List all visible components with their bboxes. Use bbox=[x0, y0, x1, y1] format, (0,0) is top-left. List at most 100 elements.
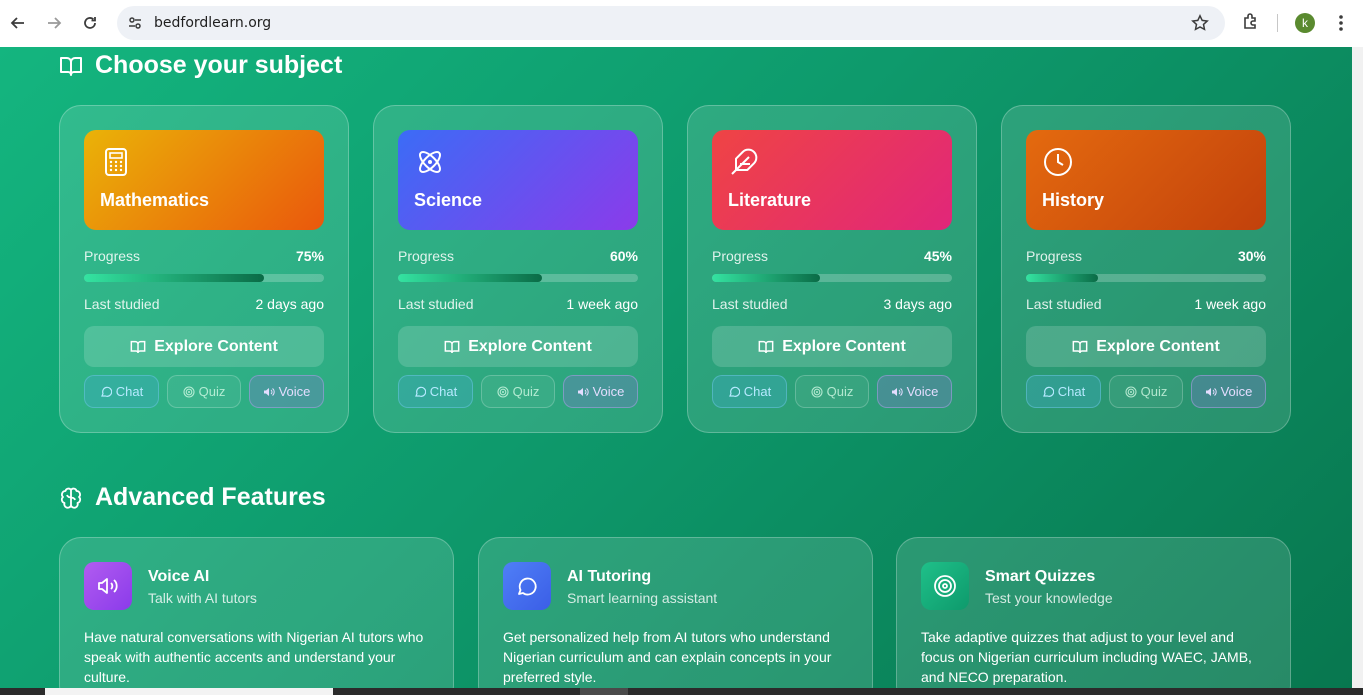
progress-fill bbox=[398, 274, 542, 282]
explore-content-button[interactable]: Explore Content bbox=[398, 326, 638, 367]
subject-banner[interactable]: History bbox=[1026, 130, 1266, 230]
subject-title: Mathematics bbox=[100, 190, 210, 210]
speaker-icon bbox=[1205, 387, 1217, 396]
explore-label: Explore Content bbox=[1096, 337, 1220, 355]
last-studied-value: 3 days ago bbox=[883, 296, 953, 312]
progress-value: 30% bbox=[1237, 248, 1266, 264]
quiz-button[interactable]: Quiz bbox=[481, 375, 555, 408]
feature-card-smart-quizzes[interactable]: Smart Quizzes Test your knowledge Take a… bbox=[896, 537, 1291, 688]
explore-content-button[interactable]: Explore Content bbox=[84, 326, 324, 367]
feature-description: Have natural conversations with Nigerian… bbox=[84, 629, 424, 685]
atom-icon bbox=[419, 151, 441, 173]
target-icon bbox=[811, 385, 823, 398]
target-icon bbox=[934, 575, 956, 597]
chat-bubble-icon bbox=[414, 386, 426, 397]
toolbar-divider bbox=[1277, 14, 1278, 32]
progress-label: Progress bbox=[398, 248, 455, 264]
target-icon bbox=[1125, 385, 1137, 398]
speaker-icon bbox=[263, 387, 275, 396]
chat-bubble-icon bbox=[728, 386, 740, 397]
subject-title: History bbox=[1042, 190, 1105, 210]
quiz-label: Quiz bbox=[826, 384, 854, 399]
speaker-icon bbox=[98, 578, 118, 594]
url-text[interactable]: bedfordlearn.org bbox=[154, 15, 271, 31]
progress-bar bbox=[398, 274, 638, 282]
progress-label: Progress bbox=[84, 248, 141, 264]
last-studied-row: Last studied 3 days ago bbox=[712, 296, 952, 312]
progress-fill bbox=[84, 274, 264, 282]
explore-label: Explore Content bbox=[782, 337, 906, 355]
feature-card-voice-ai[interactable]: Voice AI Talk with AI tutors Have natura… bbox=[59, 537, 454, 688]
quiz-button[interactable]: Quiz bbox=[1109, 375, 1183, 408]
last-studied-value: 2 days ago bbox=[255, 296, 325, 312]
page-content: Choose your subject Mathematics Progress… bbox=[0, 47, 1352, 688]
address-bar[interactable]: bedfordlearn.org bbox=[117, 6, 1225, 40]
voice-label: Voice bbox=[1220, 384, 1253, 399]
progress-bar bbox=[1026, 274, 1266, 282]
bookmark-star-icon[interactable] bbox=[1191, 14, 1209, 32]
progress-bar bbox=[84, 274, 324, 282]
explore-label: Explore Content bbox=[154, 337, 278, 355]
last-studied-label: Last studied bbox=[712, 296, 788, 312]
open-book-icon bbox=[444, 340, 460, 353]
site-settings-icon[interactable] bbox=[127, 15, 143, 31]
chat-bubble-icon bbox=[1042, 386, 1054, 397]
back-button[interactable] bbox=[4, 9, 32, 37]
progress-fill bbox=[1026, 274, 1098, 282]
progress-row: Progress 60% bbox=[398, 248, 638, 264]
progress-label: Progress bbox=[1026, 248, 1083, 264]
reload-button[interactable] bbox=[76, 9, 104, 37]
quiz-label: Quiz bbox=[1140, 384, 1168, 399]
quiz-button[interactable]: Quiz bbox=[795, 375, 869, 408]
quiz-label: Quiz bbox=[512, 384, 540, 399]
progress-row: Progress 30% bbox=[1026, 248, 1266, 264]
subject-banner[interactable]: Mathematics bbox=[84, 130, 324, 230]
subject-title: Literature bbox=[728, 190, 812, 210]
chat-button[interactable]: Chat bbox=[84, 375, 159, 408]
open-book-icon bbox=[758, 340, 774, 353]
open-book-icon bbox=[1072, 340, 1088, 353]
progress-fill bbox=[712, 274, 820, 282]
browser-toolbar: bedfordlearn.org k bbox=[0, 0, 1363, 47]
forward-button[interactable] bbox=[40, 9, 68, 37]
voice-label: Voice bbox=[906, 384, 939, 399]
chat-button[interactable]: Chat bbox=[712, 375, 787, 408]
voice-button[interactable]: Voice bbox=[563, 375, 638, 408]
speaker-icon bbox=[891, 387, 903, 396]
voice-button[interactable]: Voice bbox=[877, 375, 952, 408]
explore-content-button[interactable]: Explore Content bbox=[1026, 326, 1266, 367]
kebab-menu-icon[interactable] bbox=[1332, 13, 1350, 33]
feature-title: AI Tutoring bbox=[567, 568, 652, 585]
chat-button[interactable]: Chat bbox=[1026, 375, 1101, 408]
subjects-section-title: Choose your subject bbox=[59, 51, 342, 80]
taskbar-window-thumbnail[interactable] bbox=[45, 688, 333, 695]
last-studied-value: 1 week ago bbox=[566, 296, 638, 312]
voice-label: Voice bbox=[592, 384, 625, 399]
quiz-button[interactable]: Quiz bbox=[167, 375, 241, 408]
target-icon bbox=[497, 385, 509, 398]
voice-button[interactable]: Voice bbox=[1191, 375, 1266, 408]
extensions-icon[interactable] bbox=[1241, 12, 1261, 32]
feature-title: Smart Quizzes bbox=[985, 568, 1096, 585]
clock-icon bbox=[1044, 148, 1072, 176]
target-icon bbox=[183, 385, 195, 398]
feature-icon-tile bbox=[503, 562, 551, 610]
explore-content-button[interactable]: Explore Content bbox=[712, 326, 952, 367]
taskbar-item[interactable] bbox=[580, 688, 628, 695]
last-studied-label: Last studied bbox=[398, 296, 474, 312]
open-book-icon bbox=[60, 56, 82, 76]
profile-avatar[interactable]: k bbox=[1295, 13, 1315, 33]
explore-label: Explore Content bbox=[468, 337, 592, 355]
last-studied-row: Last studied 1 week ago bbox=[398, 296, 638, 312]
page-scrollbar[interactable] bbox=[1352, 47, 1363, 688]
subject-banner[interactable]: Science bbox=[398, 130, 638, 230]
chat-button[interactable]: Chat bbox=[398, 375, 473, 408]
subject-card-history: History Progress 30% Last studied 1 week a… bbox=[1001, 105, 1291, 433]
feature-card-ai-tutoring[interactable]: AI Tutoring Smart learning assistant Get… bbox=[478, 537, 873, 688]
voice-button[interactable]: Voice bbox=[249, 375, 324, 408]
last-studied-value: 1 week ago bbox=[1194, 296, 1266, 312]
feature-description: Get personalized help from AI tutors who… bbox=[503, 629, 832, 685]
os-taskbar bbox=[0, 688, 1363, 695]
subject-banner[interactable]: Literature bbox=[712, 130, 952, 230]
chat-label: Chat bbox=[115, 384, 144, 399]
